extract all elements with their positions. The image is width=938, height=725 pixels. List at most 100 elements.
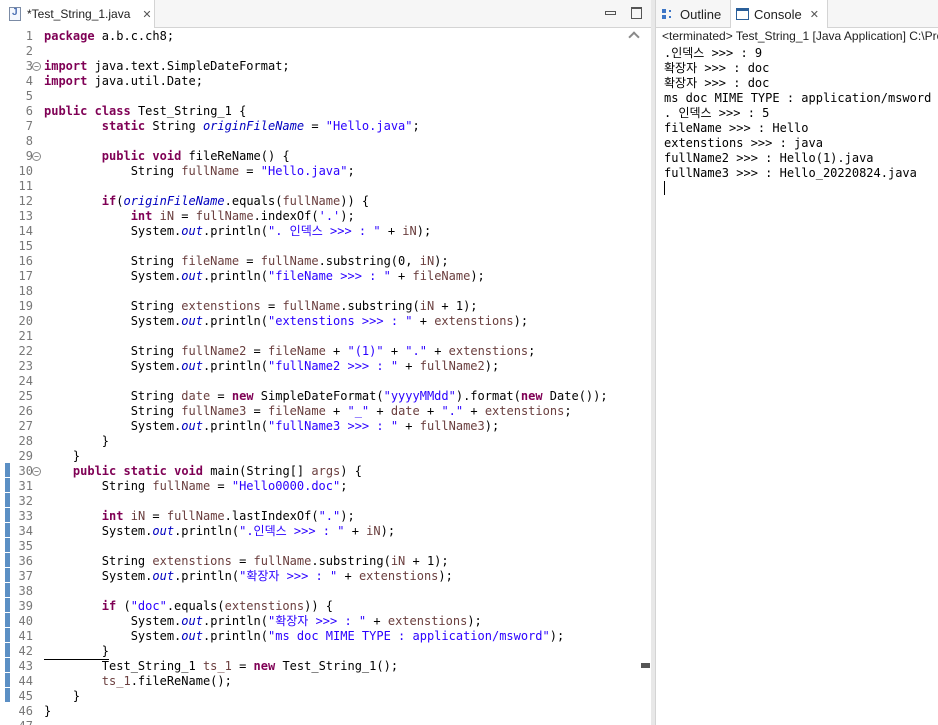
code-text: public static void main(String[] args) {	[44, 464, 362, 479]
code-line[interactable]: 35	[0, 539, 622, 554]
code-editor[interactable]: *Test_String_1.java ✕ 1 package a.b.c.ch8…	[0, 0, 651, 725]
code-line[interactable]: 9− public void fileReName() {	[0, 149, 622, 164]
overview-ruler-marker[interactable]	[641, 663, 650, 668]
code-lines[interactable]: 1 package a.b.c.ch8; 2 3− import java.text.S…	[0, 29, 622, 725]
code-text: Test_String_1 ts_1 = new Test_String_1()…	[44, 659, 398, 674]
fold-toggle-icon[interactable]: −	[32, 152, 41, 161]
code-token: =	[210, 479, 232, 493]
code-token: fullName	[195, 209, 254, 223]
code-line[interactable]: 20 System.out.println("extenstions >>> :…	[0, 314, 622, 329]
code-token: .lastIndexOf(	[224, 509, 319, 523]
code-line[interactable]: 13 int iN = fullName.indexOf('.');	[0, 209, 622, 224]
tab-console[interactable]: Console ✕	[730, 0, 828, 28]
code-text: String fileName = fullName.substring(0, …	[44, 254, 449, 269]
code-line[interactable]: 11	[0, 179, 622, 194]
code-token: public	[72, 464, 117, 478]
code-text: String extenstions = fullName.substring(…	[44, 554, 449, 569]
code-text: public class Test_String_1 {	[44, 104, 246, 119]
code-token: ts_1	[101, 674, 131, 688]
code-line[interactable]: 42 }	[0, 644, 622, 660]
minimize-icon[interactable]	[603, 5, 617, 19]
code-line[interactable]: 40 System.out.println("확장자 >>> : " + ext…	[0, 614, 622, 629]
code-line[interactable]: 38	[0, 584, 622, 599]
code-token: fileName	[268, 344, 326, 358]
code-line[interactable]: 3− import java.text.SimpleDateFormat;	[0, 59, 622, 74]
code-token: .println(	[202, 269, 268, 283]
code-line[interactable]: 41 System.out.println("ms doc MIME TYPE …	[0, 629, 622, 644]
code-line[interactable]: 43 Test_String_1 ts_1 = new Test_String_…	[0, 659, 622, 674]
line-number: 6	[25, 104, 33, 118]
code-token: +	[419, 404, 442, 418]
code-line[interactable]: 12 if(originFileName.equals(fullName)) {	[0, 194, 622, 209]
code-line[interactable]: 14 System.out.println(". 인덱스 >>> : " + i…	[0, 224, 622, 239]
code-line[interactable]: 8	[0, 134, 622, 149]
code-token: );	[380, 524, 396, 538]
close-icon[interactable]: ✕	[810, 8, 819, 21]
code-line[interactable]: 23 System.out.println("fullName2 >>> : "…	[0, 359, 622, 374]
code-line[interactable]: 4 import java.util.Date;	[0, 74, 622, 89]
line-number: 47	[0, 719, 33, 725]
code-line[interactable]: 33 int iN = fullName.lastIndexOf(".");	[0, 509, 622, 524]
change-marker	[5, 568, 10, 583]
code-line[interactable]: 30− public static void main(String[] arg…	[0, 464, 622, 479]
console-output[interactable]: .인덱스 >>> : 9 확장자 >>> : doc 확장자 >>> : doc ms…	[664, 46, 938, 181]
panel-tab-bar: Outline Console ✕	[656, 0, 938, 28]
code-line[interactable]: 39 if ("doc".equals(extenstions)) {	[0, 599, 622, 614]
code-token: out	[181, 359, 203, 373]
code-line[interactable]: 28 }	[0, 434, 622, 449]
code-line[interactable]: 18	[0, 284, 622, 299]
code-text: import java.text.SimpleDateFormat;	[44, 59, 290, 74]
code-line[interactable]: 19 String extenstions = fullName.substri…	[0, 299, 622, 314]
code-line[interactable]: 24	[0, 374, 622, 389]
close-icon[interactable]: ✕	[142, 8, 151, 21]
fold-toggle-icon[interactable]: −	[32, 62, 41, 71]
change-marker	[5, 523, 10, 538]
tab-outline[interactable]: Outline	[662, 0, 721, 28]
editor-tab-test-string-1[interactable]: *Test_String_1.java ✕	[0, 0, 155, 28]
code-line[interactable]: 6 public class Test_String_1 {	[0, 104, 622, 119]
code-line[interactable]: 46}	[0, 704, 622, 719]
code-text: System.out.println("확장자 >>> : " + extens…	[44, 614, 482, 629]
code-line[interactable]: 25 String date = new SimpleDateFormat("y…	[0, 389, 622, 404]
code-text: ts_1.fileReName();	[44, 674, 232, 689]
line-number: 21	[18, 329, 33, 343]
code-token: fullName	[260, 254, 319, 268]
code-line[interactable]: 27 System.out.println("fullName3 >>> : "…	[0, 419, 622, 434]
code-line[interactable]: 17 System.out.println("fileName >>> : " …	[0, 269, 622, 284]
line-number: 5	[25, 89, 33, 103]
code-line[interactable]: 45 }	[0, 689, 622, 704]
code-line[interactable]: 34 System.out.println(".인덱스 >>> : " + iN…	[0, 524, 622, 539]
code-line[interactable]: 15	[0, 239, 622, 254]
code-line[interactable]: 31 String fullName = "Hello0000.doc";	[0, 479, 622, 494]
code-token: extenstions	[387, 614, 468, 628]
code-token: =	[239, 254, 261, 268]
code-text: }	[44, 644, 110, 660]
code-line[interactable]: 37 System.out.println("확장자 >>> : " + ext…	[0, 569, 622, 584]
code-line[interactable]: 21	[0, 329, 622, 344]
code-line[interactable]: 1 package a.b.c.ch8;	[0, 29, 622, 44]
code-line[interactable]: 29 }	[0, 449, 622, 464]
code-text: String extenstions = fullName.substring(…	[44, 299, 478, 314]
code-line[interactable]: 7 static String originFileName = "Hello.…	[0, 119, 622, 134]
line-number: 9	[25, 149, 33, 163]
code-token: =	[231, 554, 254, 568]
maximize-icon[interactable]	[629, 5, 643, 19]
editor-vertical-scrollbar[interactable]	[622, 29, 651, 725]
fold-toggle-icon[interactable]: −	[32, 467, 41, 476]
code-token: import	[44, 74, 88, 88]
code-line[interactable]: 32	[0, 494, 622, 509]
code-line[interactable]: 2	[0, 44, 622, 59]
code-line[interactable]: 26 String fullName3 = fileName + "_" + d…	[0, 404, 622, 419]
code-line[interactable]: 22 String fullName2 = fileName + "(1)" +…	[0, 344, 622, 359]
code-token: new	[231, 389, 254, 403]
code-line[interactable]: 47	[0, 719, 622, 725]
code-line[interactable]: 44 ts_1.fileReName();	[0, 674, 622, 689]
chevron-up-icon[interactable]	[628, 31, 640, 43]
code-line[interactable]: 10 String fullName = "Hello.java";	[0, 164, 622, 179]
code-text: }	[44, 689, 80, 704]
code-token: .substring(0,	[318, 254, 420, 268]
code-line[interactable]: 5	[0, 89, 622, 104]
code-line[interactable]: 36 String extenstions = fullName.substri…	[0, 554, 622, 569]
code-line[interactable]: 16 String fileName = fullName.substring(…	[0, 254, 622, 269]
